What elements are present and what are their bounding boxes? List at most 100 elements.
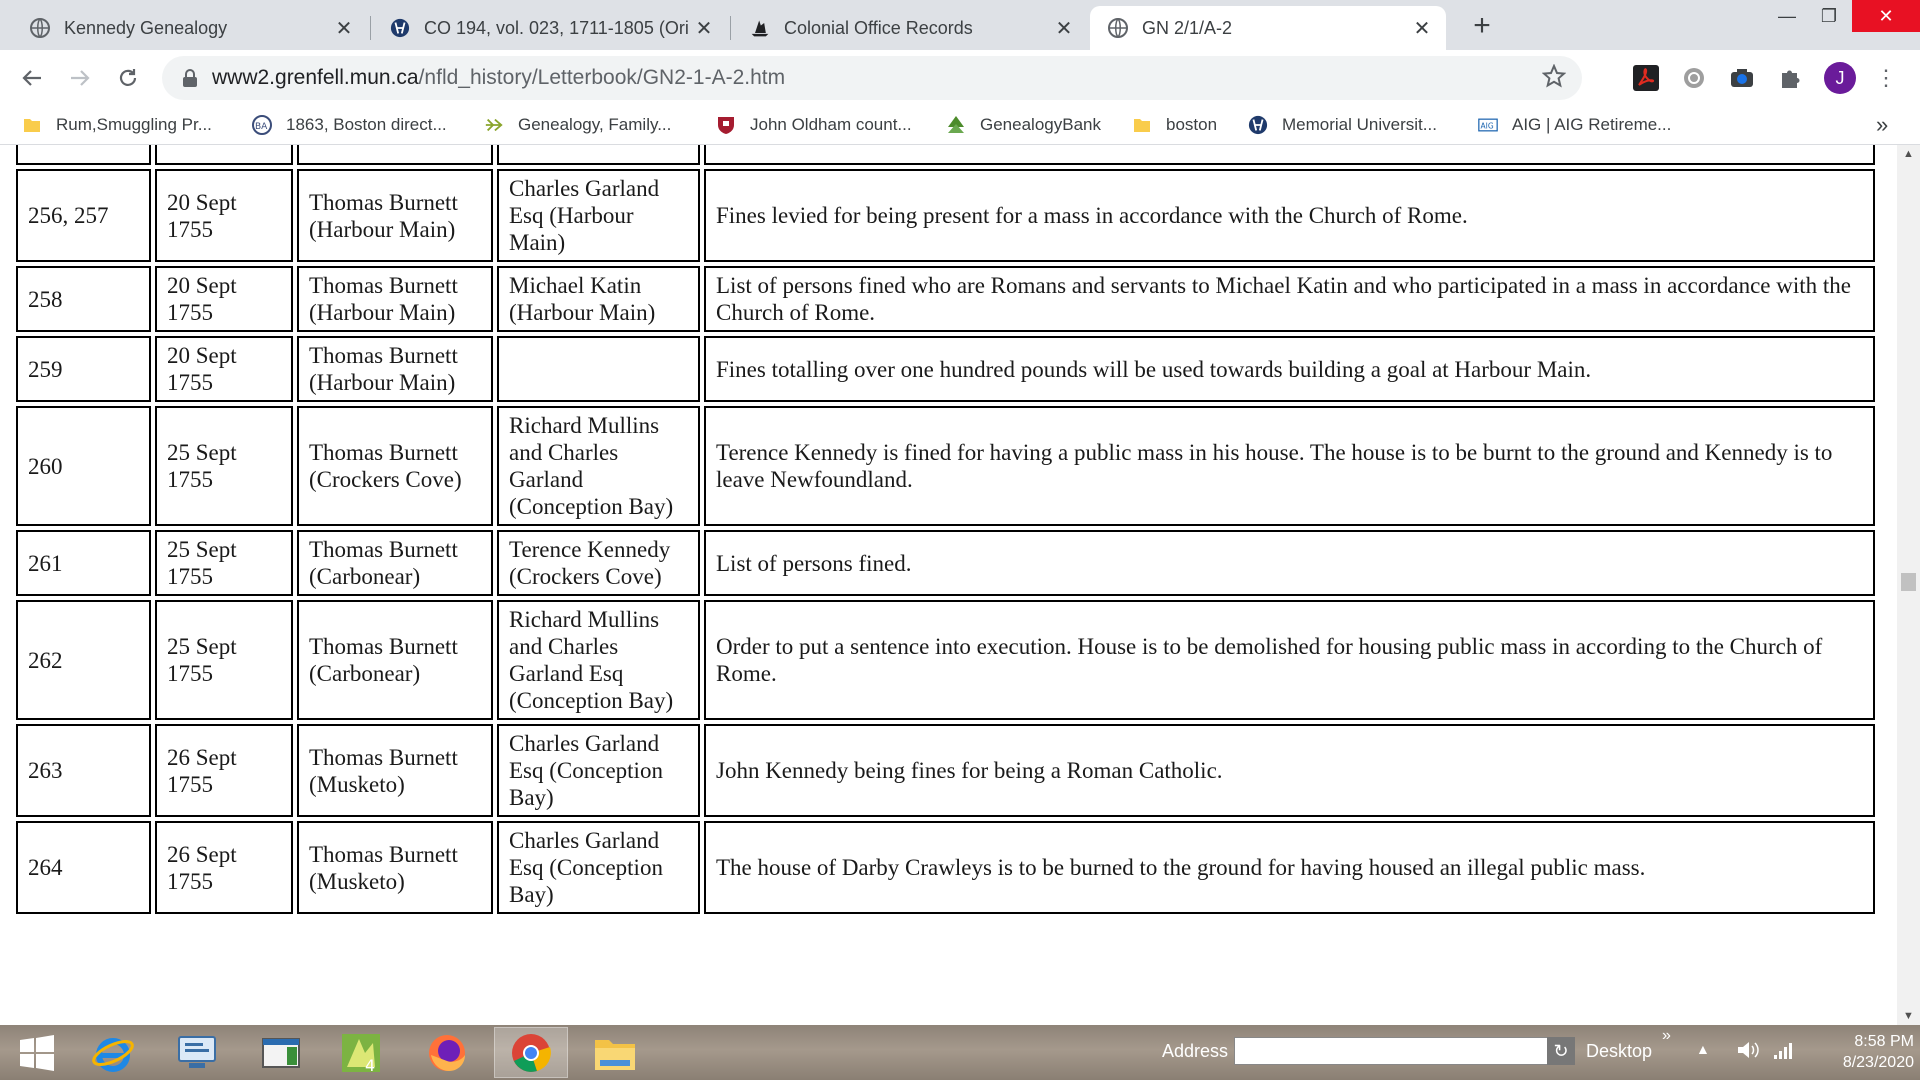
- cell-summary: [704, 145, 1875, 165]
- volume-icon[interactable]: [1736, 1039, 1760, 1066]
- extension-badge-icon[interactable]: [1680, 64, 1708, 92]
- cell-summary: List of persons fined who are Romans and…: [704, 266, 1875, 332]
- cell-to: Michael Katin (Harbour Main): [497, 266, 700, 332]
- cell-from: Thomas Burnett (Harbour Main): [297, 266, 493, 332]
- table-row: [16, 145, 1875, 165]
- tree-icon: [946, 115, 966, 135]
- cell-date: 20 Sept 1755: [155, 169, 293, 262]
- internet-explorer-icon[interactable]: [76, 1027, 150, 1078]
- close-tab-icon[interactable]: ✕: [692, 16, 716, 40]
- refresh-icon[interactable]: ↻: [1547, 1037, 1575, 1065]
- table-row: 258 20 Sept 1755 Thomas Burnett (Harbour M…: [16, 266, 1875, 332]
- scroll-up-arrow-icon[interactable]: ▲: [1897, 145, 1920, 163]
- lock-icon[interactable]: [182, 69, 198, 87]
- bookmark-star-icon[interactable]: [1542, 64, 1566, 88]
- taskbar-desktop-toolbar[interactable]: Desktop: [1586, 1041, 1652, 1062]
- tab-gn-2-1-a-2[interactable]: GN 2/1/A-2 ✕: [1090, 6, 1446, 50]
- cell-to: Terence Kennedy (Crockers Cove): [497, 530, 700, 596]
- back-button[interactable]: [14, 60, 50, 96]
- cell-date: 20 Sept 1755: [155, 266, 293, 332]
- tab-co-194[interactable]: CO 194, vol. 023, 1711-1805 (Ori ✕: [372, 6, 728, 50]
- bookmark-item[interactable]: boston: [1132, 112, 1217, 138]
- bookmark-item[interactable]: AIG AIG | AIG Retireme...: [1478, 112, 1671, 138]
- cell-from: Thomas Burnett (Musketo): [297, 821, 493, 914]
- network-signal-icon[interactable]: [1772, 1039, 1794, 1066]
- table-row: 262 25 Sept 1755 Thomas Burnett (Carbonear…: [16, 600, 1875, 720]
- file-explorer-icon[interactable]: [578, 1027, 652, 1078]
- app4-icon[interactable]: 4: [324, 1027, 398, 1078]
- cell-reference: 259: [16, 336, 151, 402]
- address-bar[interactable]: www2.grenfell.mun.ca/nfld_history/Letter…: [162, 56, 1582, 100]
- clock-time: 8:58 PM: [1854, 1033, 1914, 1050]
- bookmark-item[interactable]: GenealogyBank: [946, 112, 1101, 138]
- bookmarks-overflow-button[interactable]: »: [1876, 112, 1888, 138]
- ba-logo-icon: BA: [252, 115, 272, 135]
- restore-button[interactable]: ❐: [1806, 0, 1852, 32]
- cell-summary: List of persons fined.: [704, 530, 1875, 596]
- tab-colonial-office-records[interactable]: Colonial Office Records ✕: [732, 6, 1088, 50]
- bookmark-item[interactable]: Rum,Smuggling Pr...: [22, 112, 212, 138]
- acrobat-extension-icon[interactable]: [1632, 64, 1660, 92]
- extensions-puzzle-icon[interactable]: [1776, 64, 1804, 92]
- aig-logo-icon: AIG: [1478, 115, 1498, 135]
- cell-to: Richard Mullins and Charles Garland Esq …: [497, 600, 700, 720]
- forward-button[interactable]: [62, 60, 98, 96]
- scrollbar-thumb[interactable]: [1901, 573, 1916, 591]
- url-text[interactable]: www2.grenfell.mun.ca/nfld_history/Letter…: [212, 66, 785, 90]
- cell-from: Thomas Burnett (Harbour Main): [297, 169, 493, 262]
- taskbar-address-input[interactable]: ⌄: [1234, 1037, 1574, 1065]
- bookmark-label: Memorial Universit...: [1282, 115, 1437, 134]
- bookmark-label: boston: [1166, 115, 1218, 134]
- close-window-button[interactable]: ✕: [1852, 0, 1920, 32]
- tab-title: GN 2/1/A-2: [1142, 17, 1233, 38]
- bookmark-label: 1863, Boston direct...: [286, 115, 447, 134]
- vertical-scrollbar[interactable]: ▲ ▼: [1897, 145, 1920, 1025]
- firefox-icon[interactable]: [410, 1027, 484, 1078]
- table-row: 263 26 Sept 1755 Thomas Burnett (Musketo) C…: [16, 724, 1875, 817]
- cell-from: Thomas Burnett (Carbonear): [297, 530, 493, 596]
- tab-strip: Kennedy Genealogy ✕ CO 194, vol. 023, 17…: [0, 0, 1920, 50]
- cell-to: [497, 145, 700, 165]
- taskbar-toolbar-overflow[interactable]: »: [1662, 1027, 1671, 1045]
- letterbook-table: 256, 257 20 Sept 1755 Thomas Burnett (Harb…: [12, 145, 1879, 918]
- cell-summary: Terence Kennedy is fined for having a pu…: [704, 406, 1875, 526]
- cell-reference: 262: [16, 600, 151, 720]
- table-row: 259 20 Sept 1755 Thomas Burnett (Harbour M…: [16, 336, 1875, 402]
- cell-date: 25 Sept 1755: [155, 600, 293, 720]
- taskbar-clock[interactable]: 8:58 PM 8/23/2020: [1802, 1031, 1914, 1073]
- menu-kebab-icon[interactable]: ⋮: [1872, 64, 1900, 92]
- cell-reference: [16, 145, 151, 165]
- windows-explorer-icon[interactable]: [244, 1027, 318, 1078]
- back-arrow-icon: [22, 70, 41, 86]
- ship-icon: [750, 18, 770, 38]
- bookmark-item[interactable]: John Oldham count...: [716, 112, 912, 138]
- tab-divider: [370, 16, 371, 40]
- cell-summary: Fines levied for being present for a mas…: [704, 169, 1875, 262]
- bookmark-item[interactable]: BA 1863, Boston direct...: [252, 112, 447, 138]
- windows-start-icon[interactable]: [0, 1027, 74, 1078]
- chrome-icon[interactable]: [494, 1027, 568, 1078]
- cell-from: Thomas Burnett (Crockers Cove): [297, 406, 493, 526]
- folder-icon: [22, 115, 42, 135]
- taskbar-address-label: Address: [1162, 1041, 1229, 1061]
- folder-icon: [1132, 115, 1152, 135]
- cell-to: [497, 336, 700, 402]
- close-tab-icon[interactable]: ✕: [1052, 16, 1076, 40]
- cell-to: Charles Garland Esq (Conception Bay): [497, 821, 700, 914]
- bookmark-item[interactable]: Genealogy, Family...: [484, 112, 671, 138]
- cell-reference: 263: [16, 724, 151, 817]
- camera-extension-icon[interactable]: [1728, 64, 1756, 92]
- remote-desktop-icon[interactable]: [160, 1027, 234, 1078]
- close-tab-icon[interactable]: ✕: [1410, 16, 1434, 40]
- reload-button[interactable]: [110, 60, 146, 96]
- cell-from: [297, 145, 493, 165]
- cell-to: Charles Garland Esq (Harbour Main): [497, 169, 700, 262]
- minimize-button[interactable]: —: [1764, 0, 1810, 32]
- scroll-down-arrow-icon[interactable]: ▼: [1897, 1007, 1920, 1025]
- close-tab-icon[interactable]: ✕: [332, 16, 356, 40]
- new-tab-button[interactable]: +: [1463, 8, 1501, 44]
- show-hidden-icons-icon[interactable]: ▲: [1696, 1041, 1710, 1057]
- profile-avatar[interactable]: J: [1824, 62, 1856, 94]
- bookmark-item[interactable]: Memorial Universit...: [1248, 112, 1437, 138]
- tab-kennedy-genealogy[interactable]: Kennedy Genealogy ✕: [12, 6, 368, 50]
